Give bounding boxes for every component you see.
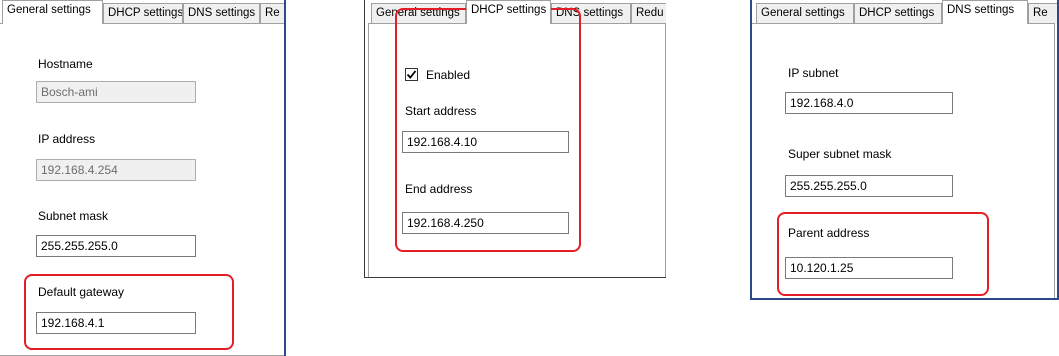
hostname-field[interactable]: Bosch-ami [36, 81, 196, 103]
start-address-field[interactable]: 192.168.4.10 [402, 131, 569, 153]
tab-dhcp-settings[interactable]: DHCP settings [103, 3, 183, 23]
ip-address-field[interactable]: 192.168.4.254 [36, 159, 196, 181]
parent-address-label: Parent address [788, 226, 870, 240]
end-address-field[interactable]: 192.168.4.250 [402, 212, 569, 234]
hostname-label: Hostname [38, 57, 93, 71]
enabled-label: Enabled [426, 68, 471, 82]
highlight-parent-address [777, 212, 989, 296]
general-settings-panel: General settings DHCP settings DNS setti… [0, 0, 286, 356]
tab-general-settings[interactable]: General settings [756, 3, 854, 23]
tab-general-settings[interactable]: General settings [2, 0, 103, 24]
tab-dhcp-settings[interactable]: DHCP settings [854, 3, 942, 23]
tab-dhcp-settings[interactable]: DHCP settings [466, 0, 551, 24]
tab-dns-settings[interactable]: DNS settings [183, 3, 260, 23]
default-gateway-field[interactable]: 192.168.4.1 [36, 312, 196, 334]
ip-subnet-field[interactable]: 192.168.4.0 [785, 92, 953, 114]
dhcp-settings-panel: General settings DHCP settings DNS setti… [364, 0, 666, 278]
start-address-label: Start address [405, 104, 477, 118]
check-icon [406, 70, 417, 79]
default-gateway-label: Default gateway [38, 285, 125, 299]
end-address-label: End address [405, 182, 473, 196]
enabled-checkbox[interactable] [405, 68, 418, 81]
tab-redundancy[interactable]: Re [1028, 3, 1058, 23]
panel-right-edge [284, 0, 286, 356]
panel-bottom-edge [750, 298, 1059, 300]
tab-strip: General settings DHCP settings DNS setti… [0, 0, 286, 24]
subnet-mask-label: Subnet mask [38, 209, 109, 223]
ip-address-label: IP address [38, 132, 96, 146]
dns-settings-panel: General settings DHCP settings DNS setti… [750, 0, 1059, 300]
tab-dns-settings[interactable]: DNS settings [942, 0, 1028, 24]
panel-bottom-edge [364, 277, 666, 278]
tab-redundancy[interactable]: Redu [631, 3, 666, 23]
panel-left-edge [750, 0, 752, 300]
super-subnet-mask-field[interactable]: 255.255.255.0 [785, 175, 953, 197]
tab-redundancy[interactable]: Re [260, 3, 286, 23]
parent-address-field[interactable]: 10.120.1.25 [785, 257, 953, 279]
panel-left-edge [364, 0, 365, 278]
ip-subnet-label: IP subnet [788, 66, 839, 80]
subnet-mask-field[interactable]: 255.255.255.0 [36, 235, 196, 257]
tab-strip: General settings DHCP settings DNS setti… [750, 0, 1059, 24]
super-subnet-mask-label: Super subnet mask [788, 147, 892, 161]
